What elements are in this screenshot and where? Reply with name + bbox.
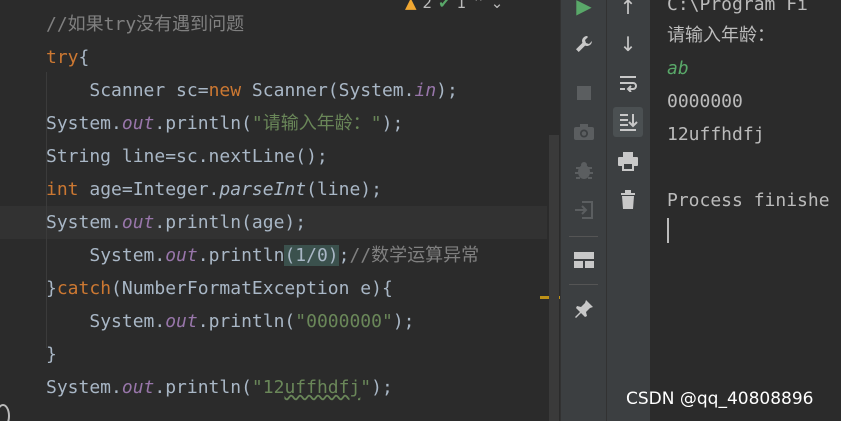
arrow-down-icon[interactable]: ↓ (613, 29, 643, 59)
wrench-icon[interactable] (569, 29, 599, 59)
arrow-up-icon[interactable]: ↑ (613, 0, 643, 22)
print-icon[interactable] (613, 146, 643, 176)
toolbar-separator (569, 284, 598, 285)
trash-icon[interactable] (613, 185, 643, 215)
stop-icon[interactable] (569, 78, 599, 108)
console-user-input: ab (667, 58, 689, 79)
code-editor[interactable]: ▲ 2 ✔ 1 ⌃ ⌄ //如果try没有遇到问题 try{ Scanner s… (0, 0, 560, 421)
inspections-widget[interactable]: ▲ 2 ✔ 1 ⌃ ⌄ (405, 0, 503, 12)
rerun-icon[interactable]: ▶ (569, 0, 599, 21)
console-caret (667, 218, 669, 243)
fold-marker[interactable] (0, 404, 10, 421)
run-toolbar-left: ▶ (561, 0, 606, 421)
login-exit-icon[interactable] (569, 195, 599, 225)
code-line-11: } (46, 344, 57, 365)
pin-icon[interactable] (569, 294, 599, 324)
code-line-4: System.out.println("请输入年龄："); (46, 113, 404, 134)
console-command-line: C:\Program Fi (667, 0, 808, 15)
code-line-3: Scanner sc=new Scanner(System.in); (89, 80, 458, 101)
run-toolbar-right: ↑ ↓ (607, 0, 650, 421)
console-prompt: 请输入年龄： (667, 25, 775, 46)
warning-icon: ▲ (405, 0, 417, 12)
console-exit-message: Process finishe (667, 190, 830, 211)
ok-count: 1 (456, 0, 467, 12)
code-line-12: System.out.println("12uffhdfj"); (46, 377, 393, 398)
editor-scrollbar[interactable] (549, 135, 559, 421)
scroll-to-end-icon[interactable] (613, 107, 643, 137)
debug-bug-icon[interactable] (569, 156, 599, 186)
soft-wrap-icon[interactable] (613, 68, 643, 98)
warning-count: 2 (422, 0, 433, 12)
code-line-8: System.out.println(1/0);//数学运算异常 (89, 245, 480, 266)
camera-icon[interactable] (569, 117, 599, 147)
code-line-1: //如果try没有遇到问题 (46, 14, 245, 35)
code-line-6: int age=Integer.parseInt(line); (46, 179, 382, 200)
code-line-7: System.out.println(age); (46, 212, 307, 233)
code-line-10: System.out.println("0000000"); (89, 311, 415, 332)
code-line-5: String line=sc.nextLine(); (46, 146, 328, 167)
console-output-2: 12uffhdfj (667, 124, 765, 145)
double-check-icon: ✔ (438, 0, 451, 12)
run-console[interactable]: C:\Program Fi 请输入年龄： ab 0000000 12uffhdf… (650, 0, 841, 421)
chevron-down-icon[interactable]: ⌄ (491, 0, 504, 12)
toolbar-separator (569, 236, 598, 237)
watermark: CSDN @qq_40808896 (626, 389, 814, 409)
code-line-9: }catch(NumberFormatException e){ (46, 278, 393, 299)
code-line-2: try{ (46, 47, 90, 68)
chevron-up-icon[interactable]: ⌃ (472, 0, 485, 12)
console-output-1: 0000000 (667, 91, 743, 112)
layout-icon[interactable] (569, 245, 599, 275)
